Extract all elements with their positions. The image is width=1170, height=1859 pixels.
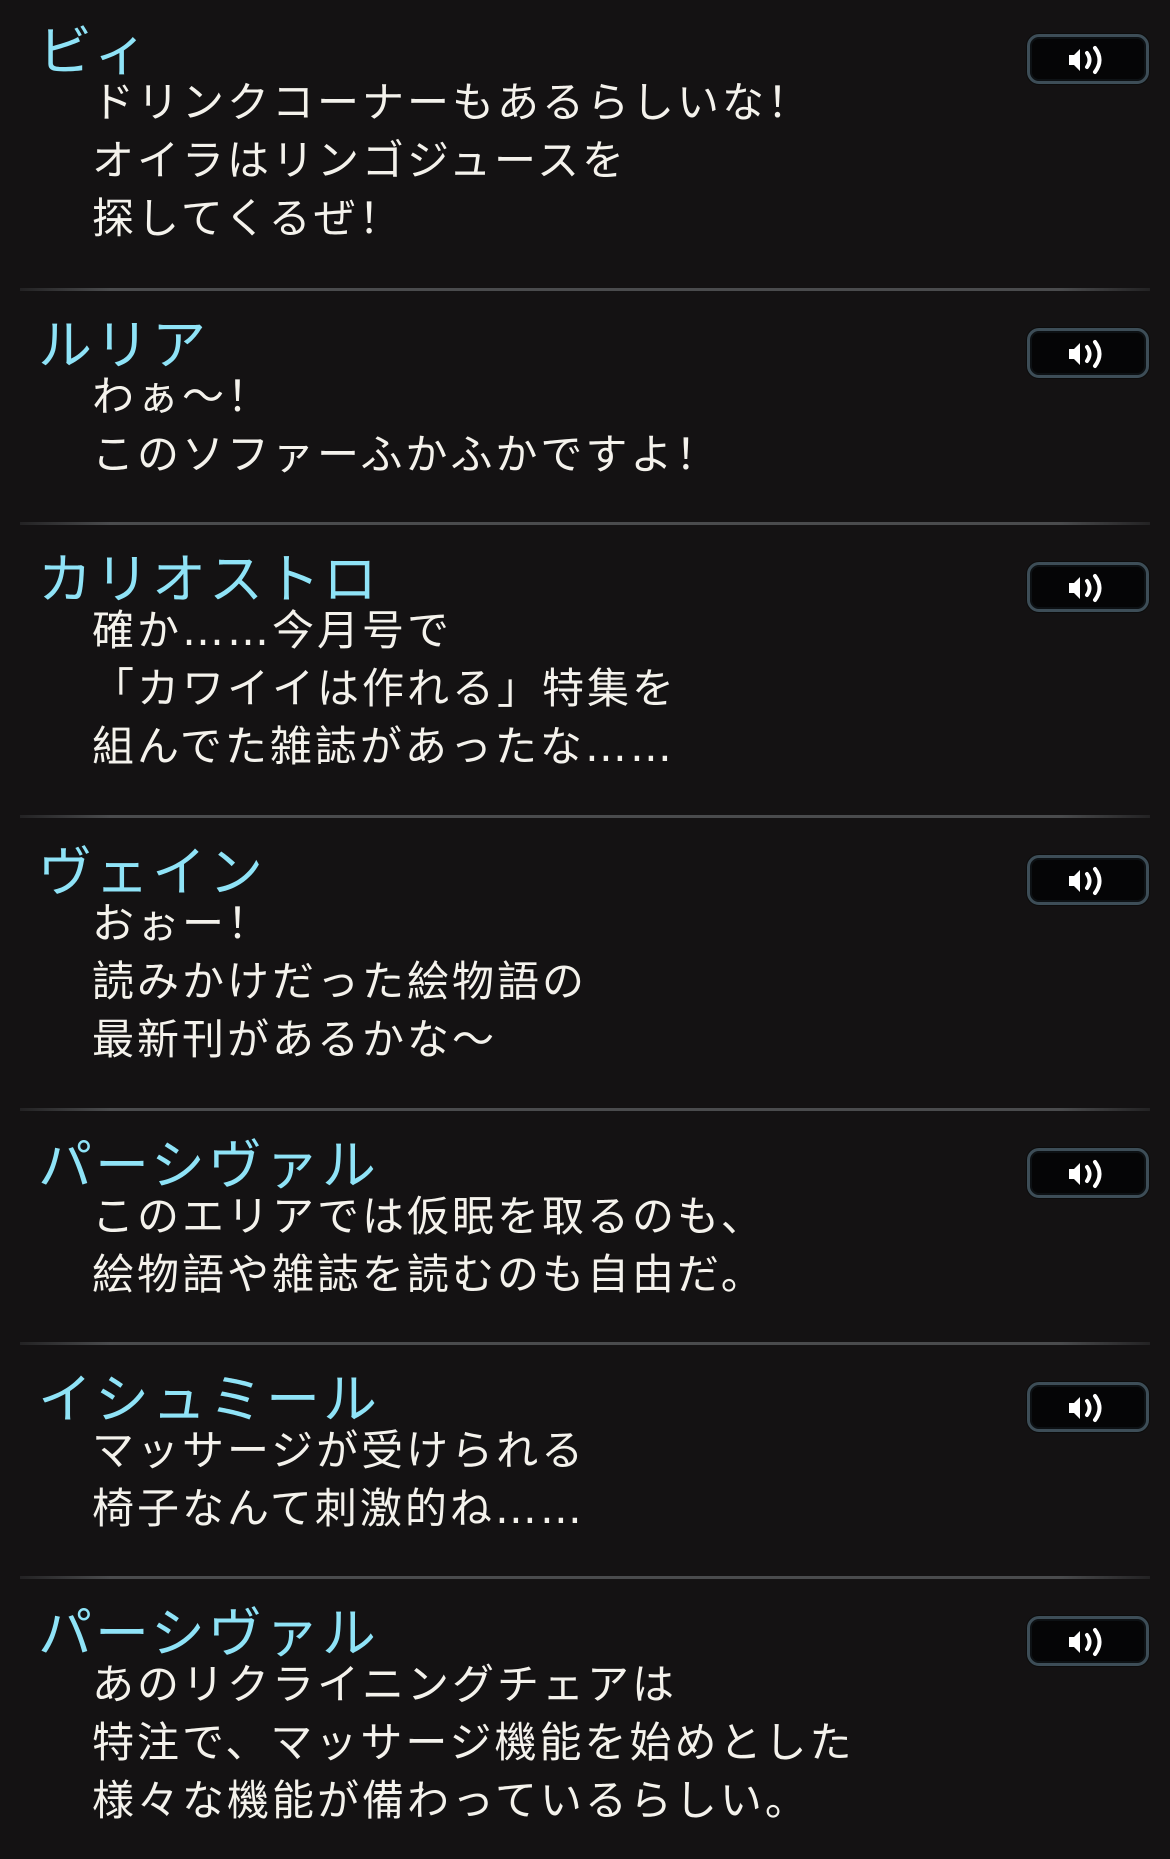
dialogue-lines: おぉー！ 読みかけだった絵物語の 最新刊があるかな～ bbox=[92, 895, 587, 1069]
dialogue-lines: このエリアでは仮眠を取るのも、 絵物語や雑誌を読むのも自由だ。 bbox=[92, 1188, 766, 1304]
dialogue-line: 椅子なんて刺激的ね…… bbox=[92, 1484, 585, 1533]
dialogue-line: わぁ～！ bbox=[92, 372, 273, 421]
play-voice-button[interactable] bbox=[1027, 1148, 1149, 1198]
play-voice-button[interactable] bbox=[1027, 562, 1149, 612]
dialogue-line: 絵物語や雑誌を読むのも自由だ。 bbox=[92, 1250, 766, 1299]
speaker-icon bbox=[1069, 574, 1102, 602]
entry-divider bbox=[20, 1342, 1150, 1345]
speaker-icon bbox=[1069, 1160, 1102, 1188]
dialogue-lines: わぁ～！ このソファーふかふかですよ！ bbox=[92, 368, 720, 484]
dialogue-line: あのリクライニングチェアは bbox=[92, 1660, 678, 1709]
dialogue-line: マッサージが受けられる bbox=[92, 1426, 587, 1475]
play-voice-button[interactable] bbox=[1027, 328, 1149, 378]
entry-divider bbox=[20, 1108, 1150, 1111]
entry-divider bbox=[20, 522, 1150, 525]
speaker-icon bbox=[1069, 46, 1102, 74]
entry-divider bbox=[20, 815, 1150, 818]
dialogue-lines: ドリンクコーナーもあるらしいな！ オイラはリンゴジュースを 探してくるぜ！ bbox=[92, 74, 812, 248]
play-voice-button[interactable] bbox=[1027, 855, 1149, 905]
dialogue-line: 「カワイイは作れる」特集を bbox=[92, 664, 678, 713]
entry-divider bbox=[20, 288, 1150, 291]
dialogue-line: オイラはリンゴジュースを bbox=[92, 136, 627, 185]
dialogue-line: おぉー！ bbox=[92, 899, 273, 948]
play-voice-button[interactable] bbox=[1027, 1616, 1149, 1666]
play-voice-button[interactable] bbox=[1027, 1382, 1149, 1432]
entry-divider bbox=[20, 1576, 1150, 1579]
dialogue-line: 確か……今月号で bbox=[92, 606, 453, 655]
dialogue-line: 組んでた雑誌があったな…… bbox=[92, 722, 675, 771]
speaker-icon bbox=[1069, 867, 1102, 895]
play-voice-button[interactable] bbox=[1027, 34, 1149, 84]
dialogue-lines: 確か……今月号で 「カワイイは作れる」特集を 組んでた雑誌があったな…… bbox=[92, 602, 677, 776]
dialogue-log: ビィ ドリンクコーナーもあるらしいな！ オイラはリンゴジュースを 探してくるぜ！… bbox=[0, 0, 1170, 1859]
speaker-icon bbox=[1069, 1394, 1102, 1422]
dialogue-line: このソファーふかふかですよ！ bbox=[92, 430, 721, 479]
speaker-icon bbox=[1069, 340, 1102, 368]
speaker-icon bbox=[1069, 1628, 1102, 1656]
dialogue-line: 特注で、マッサージ機能を始めとした bbox=[92, 1718, 855, 1767]
dialogue-line: ドリンクコーナーもあるらしいな！ bbox=[92, 78, 813, 127]
dialogue-line: 探してくるぜ！ bbox=[92, 194, 404, 243]
dialogue-line: 最新刊があるかな～ bbox=[92, 1015, 498, 1064]
dialogue-line: 読みかけだった絵物語の bbox=[92, 957, 588, 1006]
dialogue-line: 様々な機能が備わっているらしい。 bbox=[92, 1776, 810, 1825]
dialogue-lines: あのリクライニングチェアは 特注で、マッサージ機能を始めとした 様々な機能が備わ… bbox=[92, 1656, 854, 1830]
dialogue-line: このエリアでは仮眠を取るのも、 bbox=[92, 1192, 766, 1241]
dialogue-lines: マッサージが受けられる 椅子なんて刺激的ね…… bbox=[92, 1422, 586, 1538]
